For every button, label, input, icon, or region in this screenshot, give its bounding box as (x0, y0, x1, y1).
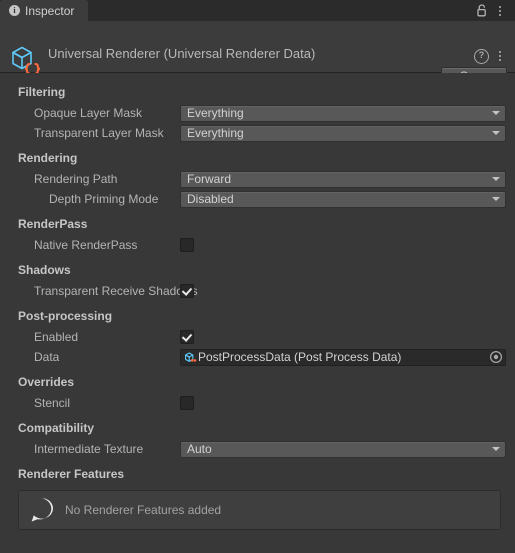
object-field-value: PostProcessData (Post Process Data) (198, 350, 402, 364)
field-row-intermediate-texture: Intermediate Texture Auto (0, 439, 515, 459)
tab-inspector[interactable]: i Inspector (0, 0, 89, 21)
label-stencil: Stencil (34, 396, 71, 410)
section-title-shadows: Shadows (18, 263, 71, 277)
dropdown-value: Everything (187, 125, 244, 140)
renderer-features-empty-message: No Renderer Features added (65, 503, 222, 517)
info-icon: i (9, 5, 20, 16)
dropdown-value: Disabled (187, 191, 234, 206)
field-row-transparent-layer-mask: Transparent Layer Mask Everything (0, 123, 515, 143)
info-bubble-icon (27, 495, 57, 525)
chevron-down-icon (492, 131, 500, 135)
dropdown-transparent-layer-mask[interactable]: Everything (180, 124, 506, 142)
section-title-renderer-features: Renderer Features (18, 467, 125, 481)
object-header: Universal Renderer (Universal Renderer D… (0, 21, 515, 87)
dropdown-value: Everything (187, 105, 244, 120)
dropdown-opaque-layer-mask[interactable]: Everything (180, 104, 506, 122)
field-row-postprocessing-enabled: Enabled (0, 327, 515, 347)
object-header-actions: ? (474, 48, 508, 64)
section-title-renderpass: RenderPass (18, 217, 88, 231)
scriptable-object-icon (9, 43, 43, 77)
field-area: Everything (180, 104, 515, 122)
label-transparent-layer-mask: Transparent Layer Mask (34, 126, 164, 140)
field-area: Auto (180, 440, 515, 458)
section-title-compatibility: Compatibility (18, 421, 95, 435)
tab-inspector-label: Inspector (25, 3, 75, 18)
label-opaque-layer-mask: Opaque Layer Mask (34, 106, 143, 120)
chevron-down-icon (492, 197, 500, 201)
label-postprocessing-data: Data (34, 350, 60, 364)
field-area: Disabled (180, 190, 515, 208)
field-area: Forward (180, 170, 515, 188)
label-transparent-receive-shadows: Transparent Receive Shadows (34, 284, 198, 298)
section-title-overrides: Overrides (18, 375, 75, 389)
dropdown-depth-priming-mode[interactable]: Disabled (180, 190, 506, 208)
field-row-stencil: Stencil (0, 393, 515, 413)
dropdown-value: Forward (187, 171, 232, 186)
chevron-down-icon (492, 177, 500, 181)
label-depth-priming-mode: Depth Priming Mode (49, 192, 159, 206)
label-native-renderpass: Native RenderPass (34, 238, 138, 252)
field-row-postprocessing-data: Data PostProcessData (Post Process Data) (0, 347, 515, 367)
field-area (180, 238, 515, 252)
chevron-down-icon (492, 447, 500, 451)
tab-bar-actions (474, 0, 515, 21)
section-title-post-processing: Post-processing (18, 309, 113, 323)
label-rendering-path: Rendering Path (34, 172, 118, 186)
scriptable-object-icon (184, 351, 197, 364)
kebab-menu-icon[interactable] (492, 3, 508, 19)
label-intermediate-texture: Intermediate Texture (34, 442, 144, 456)
dropdown-rendering-path[interactable]: Forward (180, 170, 506, 188)
field-row-transparent-receive-shadows: Transparent Receive Shadows (0, 281, 515, 301)
lock-icon[interactable] (474, 3, 490, 19)
checkbox-postprocessing-enabled[interactable] (180, 330, 194, 344)
dropdown-value: Auto (187, 441, 212, 456)
field-row-opaque-layer-mask: Opaque Layer Mask Everything (0, 103, 515, 123)
chevron-down-icon (492, 111, 500, 115)
field-area: PostProcessData (Post Process Data) (180, 348, 515, 366)
kebab-menu-icon[interactable] (492, 48, 508, 64)
field-area (180, 330, 515, 344)
dropdown-intermediate-texture[interactable]: Auto (180, 440, 506, 458)
inspector-tab-bar: i Inspector (0, 0, 515, 21)
field-area: Everything (180, 124, 515, 142)
object-picker-icon[interactable] (489, 350, 503, 364)
inspector-body: Filtering Opaque Layer Mask Everything T… (0, 73, 515, 553)
field-row-native-renderpass: Native RenderPass (0, 235, 515, 255)
help-icon[interactable]: ? (474, 48, 489, 64)
checkbox-native-renderpass[interactable] (180, 238, 194, 252)
field-area (180, 284, 515, 298)
checkbox-transparent-receive-shadows[interactable] (180, 284, 194, 298)
label-postprocessing-enabled: Enabled (34, 330, 79, 344)
object-title: Universal Renderer (Universal Renderer D… (48, 46, 316, 61)
section-title-rendering: Rendering (18, 151, 78, 165)
section-title-filtering: Filtering (18, 85, 66, 99)
field-area (180, 396, 515, 410)
checkbox-stencil[interactable] (180, 396, 194, 410)
field-row-rendering-path: Rendering Path Forward (0, 169, 515, 189)
object-field-postprocessing-data[interactable]: PostProcessData (Post Process Data) (180, 348, 506, 366)
renderer-features-info-box: No Renderer Features added (18, 490, 501, 530)
field-row-depth-priming-mode: Depth Priming Mode Disabled (0, 189, 515, 209)
